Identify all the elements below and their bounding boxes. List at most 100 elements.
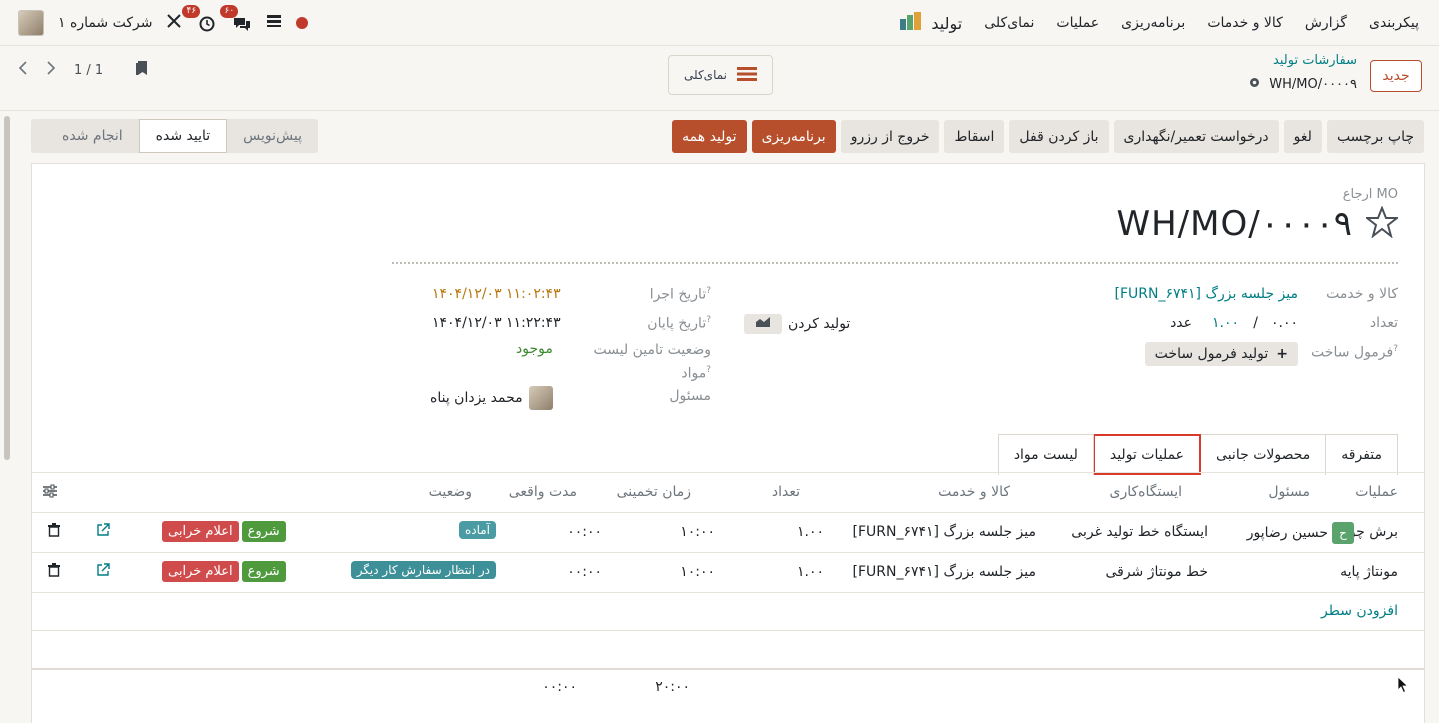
qty-produced[interactable]: ۰.۰۰ bbox=[1271, 315, 1298, 331]
row-expected: ۱۰:۰۰ bbox=[680, 564, 715, 580]
produce-all-button[interactable]: تولید همه bbox=[672, 120, 747, 153]
qty-separator: / bbox=[1253, 315, 1258, 331]
menu-overview[interactable]: نمای‌کلی bbox=[984, 15, 1034, 31]
row-status: آماده bbox=[458, 521, 496, 539]
unlock-button[interactable]: باز کردن قفل bbox=[1009, 120, 1109, 153]
stage-done[interactable]: انجام شده bbox=[46, 119, 139, 153]
date-start-value[interactable]: ۱۴۰۴/۱۲/۰۳ ۱۱:۰۲:۴۳ bbox=[432, 286, 561, 302]
menu-configuration[interactable]: پیکربندی bbox=[1369, 15, 1419, 31]
col-expected-duration[interactable]: زمان تخمینی bbox=[617, 484, 691, 500]
responsible-field[interactable]: محمد یزدان پناه bbox=[430, 386, 553, 410]
top-navbar: تولید نمای‌کلی عملیات برنامه‌ریزی کالا و… bbox=[0, 0, 1439, 46]
start-button[interactable]: شروع bbox=[241, 521, 286, 542]
pager-next-icon[interactable] bbox=[46, 61, 56, 79]
tab-miscellaneous[interactable]: متفرقه bbox=[1325, 434, 1398, 475]
row-product: [FURN_۶۷۴۱] میز جلسه بزرگ bbox=[852, 524, 1037, 540]
stage-confirmed[interactable]: تایید شده bbox=[138, 119, 228, 153]
trash-icon[interactable] bbox=[48, 563, 60, 581]
col-product[interactable]: کالا و خدمت bbox=[938, 484, 1010, 500]
start-button[interactable]: شروع bbox=[241, 561, 286, 582]
row-qty: ۱.۰۰ bbox=[796, 564, 824, 580]
area-chart-icon bbox=[755, 316, 771, 332]
product-label: کالا و خدمت bbox=[1326, 286, 1398, 302]
gear-icon[interactable] bbox=[1248, 76, 1261, 93]
menu-planning[interactable]: برنامه‌ریزی bbox=[1121, 15, 1185, 31]
trash-icon[interactable] bbox=[48, 523, 60, 541]
row-expected: ۱۰:۰۰ bbox=[680, 524, 715, 540]
create-bom-button[interactable]: + تولید فرمول ساخت bbox=[1144, 342, 1298, 366]
pager-prev-icon[interactable] bbox=[18, 61, 28, 79]
tab-components[interactable]: لیست مواد bbox=[997, 434, 1094, 475]
col-real-duration[interactable]: مدت واقعی bbox=[509, 484, 577, 500]
messages-icon[interactable]: ۶۰ bbox=[220, 5, 252, 33]
unreserve-button[interactable]: خروج از رزرو bbox=[840, 120, 940, 153]
date-end-value[interactable]: ۱۴۰۴/۱۲/۰۳ ۱۱:۲۲:۴۳ bbox=[432, 315, 561, 331]
optional-columns-icon[interactable] bbox=[42, 484, 58, 502]
create-bom-label: تولید فرمول ساخت bbox=[1154, 346, 1269, 362]
col-responsible[interactable]: مسئول bbox=[1268, 484, 1310, 500]
systray: شرکت شماره ۱ ۴۶ ۶۰ bbox=[18, 0, 309, 46]
scrap-button[interactable]: اسقاط bbox=[944, 120, 1005, 153]
menu-reporting[interactable]: گزارش bbox=[1305, 15, 1347, 31]
qty-total[interactable]: ۱.۰۰ bbox=[1212, 315, 1239, 331]
menu-operations[interactable]: عملیات bbox=[1056, 15, 1099, 31]
overview-button[interactable]: نمای‌کلی bbox=[668, 55, 773, 95]
col-status[interactable]: وضعیت bbox=[429, 484, 472, 500]
col-workcenter[interactable]: ایستگاه‌کاری bbox=[1110, 484, 1182, 500]
tab-work-orders[interactable]: عملیات تولید bbox=[1092, 434, 1202, 475]
date-end-help-icon[interactable]: ? bbox=[706, 315, 711, 325]
maintenance-request-button[interactable]: درخواست تعمیر/نگهداری bbox=[1113, 120, 1279, 153]
menu-products[interactable]: کالا و خدمات bbox=[1207, 15, 1283, 31]
pager-value[interactable]: 1 / 1 bbox=[74, 63, 103, 78]
record-name[interactable]: WH/MO/۰۰۰۰۹ bbox=[1117, 204, 1353, 244]
qty-uom[interactable]: عدد bbox=[1170, 315, 1192, 331]
table-row[interactable]: مونتاژ پایه خط مونتاژ شرقی [FURN_۶۷۴۱] م… bbox=[32, 552, 1424, 592]
add-line-link[interactable]: افزودن سطر bbox=[1321, 603, 1398, 619]
record-status-dot[interactable] bbox=[296, 17, 309, 29]
components-availability-label: وضعیت تامین لیست مواد? bbox=[581, 340, 711, 384]
messages-badge: ۶۰ bbox=[220, 5, 239, 18]
list-icon[interactable] bbox=[266, 14, 282, 32]
responsible-initial-avatar: ح bbox=[1332, 522, 1354, 544]
open-record-icon[interactable] bbox=[96, 563, 110, 581]
pager: 1 / 1 bbox=[18, 60, 149, 80]
app-name: تولید bbox=[931, 13, 963, 33]
company-switcher[interactable]: شرکت شماره ۱ bbox=[58, 15, 152, 31]
stage-draft[interactable]: پیش‌نویس bbox=[227, 119, 318, 153]
components-help-icon[interactable]: ? bbox=[706, 365, 711, 375]
row-workcenter: خط مونتاژ شرقی bbox=[1105, 564, 1208, 580]
user-avatar[interactable] bbox=[18, 10, 44, 36]
row-workcenter: ایستگاه خط تولید غربی bbox=[1071, 524, 1208, 540]
date-start-help-icon[interactable]: ? bbox=[706, 286, 711, 296]
open-record-icon[interactable] bbox=[96, 523, 110, 541]
row-product: [FURN_۶۷۴۱] میز جلسه بزرگ bbox=[852, 564, 1037, 580]
row-real: ۰۰:۰۰ bbox=[567, 524, 602, 540]
tab-by-products[interactable]: محصولات جانبی bbox=[1200, 434, 1327, 475]
app-brand[interactable]: تولید bbox=[899, 11, 962, 35]
produce-graph-button[interactable] bbox=[744, 314, 782, 334]
print-labels-button[interactable]: چاپ برچسب bbox=[1326, 120, 1424, 153]
components-label-line2-text: مواد bbox=[681, 365, 707, 382]
cancel-button[interactable]: لغو bbox=[1283, 120, 1322, 153]
col-qty[interactable]: تعداد bbox=[772, 484, 800, 500]
plan-button[interactable]: برنامه‌ریزی bbox=[751, 120, 836, 153]
bookmark-icon[interactable] bbox=[135, 60, 149, 80]
product-value[interactable]: [FURN_۶۷۴۱] میز جلسه بزرگ bbox=[1115, 286, 1299, 302]
table-row[interactable]: برش چوب ح حسین رضاپور ایستگاه خط تولید غ… bbox=[32, 512, 1424, 552]
date-start-label-text: تاریخ اجرا bbox=[649, 286, 707, 303]
favorite-star-icon[interactable] bbox=[1364, 205, 1400, 242]
bom-help-icon[interactable]: ? bbox=[1393, 344, 1398, 354]
breadcrumb-parent[interactable]: سفارشات تولید bbox=[1273, 53, 1357, 68]
row-qty: ۱.۰۰ bbox=[796, 524, 824, 540]
block-button[interactable]: اعلام خرابی bbox=[162, 561, 239, 582]
activity-icon[interactable]: ۴۶ bbox=[182, 5, 216, 33]
col-operation[interactable]: عملیات bbox=[1355, 484, 1398, 500]
status-bar: پیش‌نویس تایید شده انجام شده bbox=[31, 119, 318, 153]
date-end-label: تاریخ پایان? bbox=[647, 315, 711, 332]
responsible-label: مسئول bbox=[669, 388, 711, 404]
scrollbar[interactable] bbox=[4, 116, 10, 460]
new-button[interactable]: جدید bbox=[1370, 60, 1422, 92]
components-label-line2: مواد? bbox=[581, 360, 711, 384]
tools-icon[interactable] bbox=[166, 13, 182, 33]
block-button[interactable]: اعلام خرابی bbox=[162, 521, 239, 542]
